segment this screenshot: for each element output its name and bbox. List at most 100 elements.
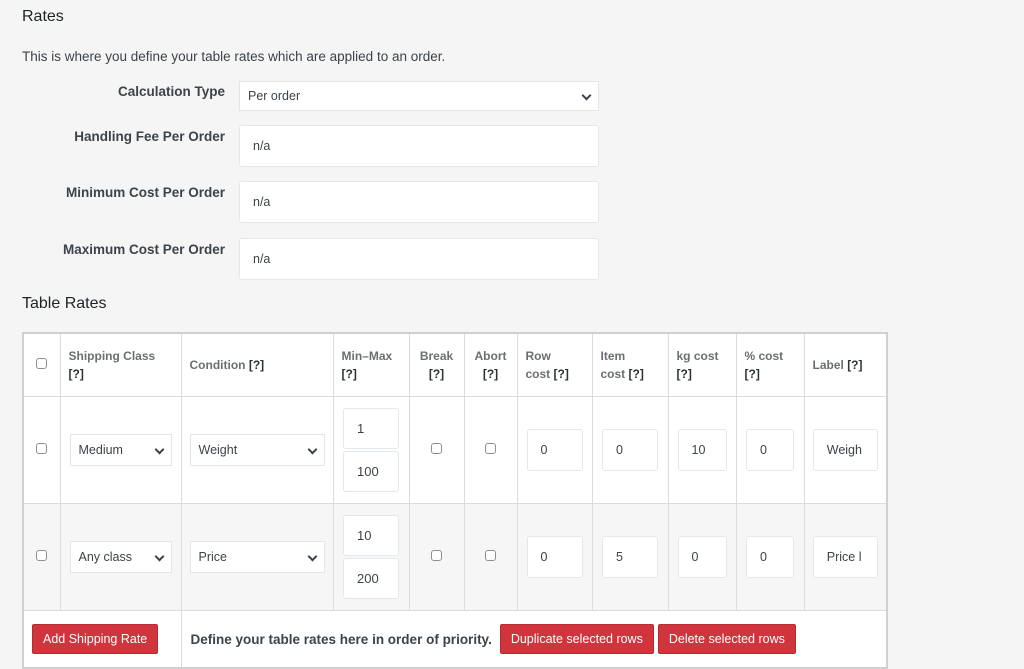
- maximum-cost-label: Maximum Cost Per Order: [62, 242, 225, 257]
- min-max-cell: 10 200: [332, 503, 410, 611]
- kg-cost-cell: 10: [667, 396, 737, 504]
- kg-cost-cell: 0: [667, 503, 737, 611]
- chevron-down-icon: [308, 553, 316, 561]
- header-abort: Abort [?]: [463, 332, 518, 397]
- help-icon[interactable]: [?]: [629, 367, 644, 381]
- calculation-type-select[interactable]: Per order: [239, 81, 599, 111]
- minimum-cost-label: Minimum Cost Per Order: [65, 185, 225, 200]
- kg-cost-input[interactable]: 0: [677, 536, 727, 578]
- header-percent-cost-label: % cost: [744, 349, 784, 363]
- maximum-cost-input[interactable]: n/a: [239, 238, 599, 280]
- table-row: Any class Price 10 200 0 5 0 0 Price l: [22, 503, 888, 611]
- header-row-cost-label-2: cost: [525, 367, 551, 381]
- header-min-max-label: Min–Max: [341, 349, 393, 363]
- min-input[interactable]: 1: [343, 408, 399, 449]
- help-icon[interactable]: [?]: [847, 358, 862, 372]
- kg-cost-input[interactable]: 10: [677, 429, 727, 471]
- rates-heading: Rates: [22, 8, 64, 25]
- max-input[interactable]: 200: [343, 558, 399, 599]
- shipping-class-select[interactable]: Medium: [69, 434, 172, 466]
- footer-actions-cell: Define your table rates here in order of…: [180, 610, 888, 669]
- help-icon[interactable]: [?]: [554, 367, 569, 381]
- condition-value: Weight: [198, 443, 238, 457]
- header-percent-cost: % cost [?]: [735, 332, 805, 397]
- shipping-class-cell: Any class: [59, 503, 182, 611]
- break-cell: [408, 396, 465, 504]
- row-select-checkbox[interactable]: [36, 443, 48, 454]
- header-shipping-class-label: Shipping Class: [68, 349, 156, 363]
- label-cell: Weigh: [803, 396, 888, 504]
- header-min-max: Min–Max [?]: [332, 332, 410, 397]
- chevron-down-icon: [582, 92, 590, 100]
- help-icon[interactable]: [?]: [745, 367, 760, 381]
- calculation-type-label: Calculation Type: [117, 84, 225, 99]
- header-label-label: Label: [812, 358, 844, 372]
- header-kg-cost-label: kg cost: [676, 349, 719, 363]
- condition-value: Price: [198, 550, 227, 564]
- label-input[interactable]: Weigh: [812, 429, 878, 471]
- item-cost-cell: 5: [591, 503, 669, 611]
- header-label: Label [?]: [803, 332, 888, 397]
- label-input[interactable]: Price l: [812, 536, 878, 578]
- table-footer-row: Add Shipping Rate Define your table rate…: [22, 610, 888, 669]
- percent-cost-cell: 0: [735, 503, 805, 611]
- chevron-down-icon: [155, 446, 163, 454]
- percent-cost-input[interactable]: 0: [746, 429, 794, 471]
- table-header-row: Shipping Class [?] Condition [?] Min–Max…: [22, 332, 888, 397]
- header-break: Break [?]: [408, 332, 465, 397]
- chevron-down-icon: [308, 446, 316, 454]
- header-condition-label: Condition: [189, 358, 246, 372]
- break-checkbox[interactable]: [431, 443, 442, 454]
- item-cost-input[interactable]: 0: [602, 429, 658, 471]
- row-select-cell: [22, 396, 61, 504]
- shipping-class-value: Any class: [78, 550, 133, 564]
- percent-cost-cell: 0: [735, 396, 805, 504]
- table-rates-heading: Table Rates: [22, 295, 107, 312]
- header-break-label: Break: [419, 349, 454, 363]
- abort-checkbox[interactable]: [485, 443, 496, 454]
- abort-checkbox[interactable]: [485, 550, 496, 561]
- break-checkbox[interactable]: [431, 550, 442, 561]
- help-icon[interactable]: [?]: [69, 367, 84, 381]
- item-cost-cell: 0: [591, 396, 669, 504]
- header-row-cost-label: Row: [525, 349, 551, 363]
- row-cost-input[interactable]: 0: [526, 536, 583, 578]
- help-icon[interactable]: [?]: [483, 367, 498, 381]
- row-select-cell: [22, 503, 61, 611]
- row-cost-cell: 0: [516, 503, 593, 611]
- condition-cell: Weight: [180, 396, 334, 504]
- condition-select[interactable]: Price: [189, 541, 325, 573]
- abort-cell: [463, 396, 518, 504]
- duplicate-selected-rows-button[interactable]: Duplicate selected rows: [499, 624, 654, 654]
- condition-cell: Price: [180, 503, 334, 611]
- delete-selected-rows-button[interactable]: Delete selected rows: [657, 624, 796, 654]
- header-item-cost: Item cost [?]: [591, 332, 669, 397]
- header-shipping-class: Shipping Class [?]: [59, 332, 182, 397]
- row-cost-input[interactable]: 0: [526, 429, 583, 471]
- label-cell: Price l: [803, 503, 888, 611]
- footer-hint: Define your table rates here in order of…: [190, 631, 492, 647]
- help-icon[interactable]: [?]: [677, 367, 692, 381]
- header-select-all: [22, 332, 61, 397]
- help-icon[interactable]: [?]: [429, 367, 444, 381]
- row-select-checkbox[interactable]: [36, 550, 48, 561]
- item-cost-input[interactable]: 5: [602, 536, 658, 578]
- header-row-cost: Row cost [?]: [516, 332, 593, 397]
- rates-description: This is where you define your table rate…: [22, 49, 446, 64]
- help-icon[interactable]: [?]: [342, 367, 357, 381]
- condition-select[interactable]: Weight: [189, 434, 325, 466]
- calculation-type-value: Per order: [248, 89, 301, 103]
- handling-fee-input[interactable]: n/a: [239, 125, 599, 167]
- add-shipping-rate-button[interactable]: Add Shipping Rate: [32, 624, 159, 654]
- percent-cost-input[interactable]: 0: [746, 536, 794, 578]
- header-item-cost-label: Item: [600, 349, 626, 363]
- break-cell: [408, 503, 465, 611]
- shipping-class-select[interactable]: Any class: [69, 541, 172, 573]
- select-all-checkbox[interactable]: [36, 358, 48, 369]
- minimum-cost-input[interactable]: n/a: [239, 181, 599, 223]
- min-input[interactable]: 10: [343, 515, 399, 556]
- help-icon[interactable]: [?]: [249, 358, 264, 372]
- header-condition: Condition [?]: [180, 332, 334, 397]
- abort-cell: [463, 503, 518, 611]
- max-input[interactable]: 100: [343, 451, 399, 492]
